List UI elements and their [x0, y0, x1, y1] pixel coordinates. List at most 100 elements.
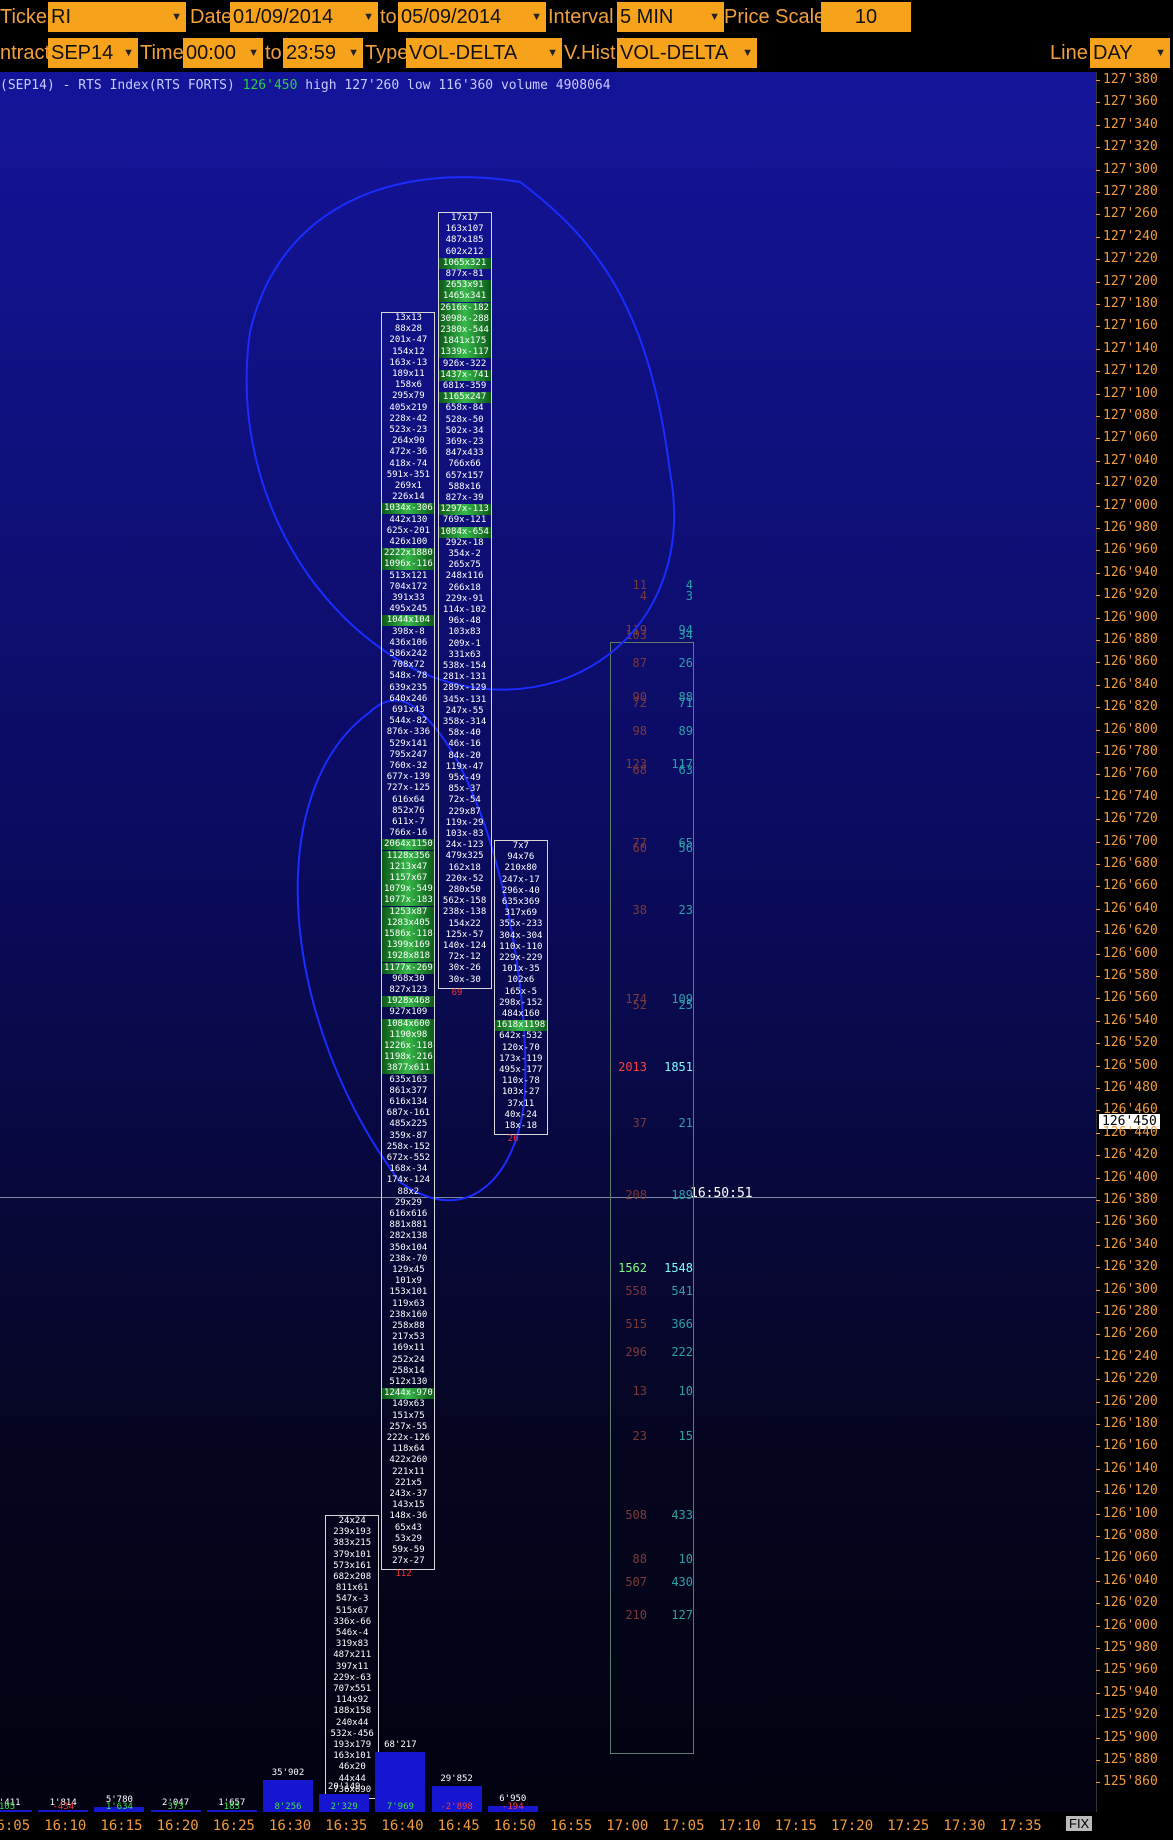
- price-tick-label: 126'900: [1096, 609, 1158, 625]
- price-tick-label: 126'420: [1096, 1147, 1158, 1163]
- price-tick-label: 126'920: [1096, 587, 1158, 603]
- footprint-cell: 708x72: [392, 660, 425, 671]
- footprint-cell: 681x-359: [442, 381, 487, 391]
- footprint-cell: 1128x356: [382, 850, 435, 862]
- price-tick-label: 126'560: [1096, 990, 1158, 1006]
- candle-close-label: 69: [451, 987, 463, 998]
- footprint-cell: 88x2: [397, 1186, 420, 1197]
- footprint-candle-1645[interactable]: 17x17 163x107 487x185 602x212 1065x321 877x-8…: [437, 212, 492, 989]
- time-tick-label: 16:55: [550, 1818, 593, 1834]
- time-to-value: 23:59: [286, 42, 337, 64]
- footprint-cell: 426x100: [389, 537, 428, 547]
- footprint-cell: 37x11: [507, 1098, 535, 1109]
- candle-close-label: 112: [395, 1569, 412, 1580]
- footprint-candle-1640[interactable]: 13x13 88x28 201x-47 154x12 163x-13 189x11 158x…: [381, 312, 436, 1571]
- profile-delta-volume: 430: [671, 1574, 693, 1589]
- footprint-cell: 238x160: [389, 1309, 428, 1320]
- footprint-cell: 707x551: [333, 1684, 372, 1694]
- price-tick-label: 126'800: [1096, 721, 1158, 737]
- footprint-cell: 163x101: [333, 1751, 372, 1762]
- footprint-cell: 479x325: [445, 851, 484, 862]
- volume-delta-label: 373: [167, 1802, 184, 1812]
- footprint-cell: 269x1: [394, 481, 422, 491]
- time-tick-label: 16:05: [0, 1818, 31, 1834]
- price-tick-label: 126'060: [1096, 1550, 1158, 1566]
- type-select[interactable]: VOL-DELTA ▼: [406, 38, 562, 68]
- footprint-candle-1650[interactable]: 7x7 94x76 210x80 247x-17 296x-40 635x369 317x6…: [493, 840, 548, 1136]
- footprint-cell: 546x-4: [335, 1628, 369, 1638]
- date-from-value: 01/09/2014: [233, 6, 334, 28]
- footprint-cell: 1065x321: [438, 257, 491, 269]
- contract-select[interactable]: SEP14 ▼: [48, 38, 138, 68]
- price-axis[interactable]: 126'450 127'380 127'360 127'340 127'320 127'…: [1096, 72, 1173, 1812]
- time-to-select[interactable]: 23:59 ▼: [283, 38, 363, 68]
- footprint-cell: 154x22: [448, 918, 481, 929]
- footprint-cell: 926x-322: [442, 358, 487, 369]
- footprint-chart[interactable]: (SEP14) - RTS Index(RTS FORTS) 126'450 h…: [0, 72, 1096, 1812]
- footprint-cell: 766x-16: [389, 828, 428, 839]
- price-tick-label: 126'320: [1096, 1259, 1158, 1275]
- price-tick-label: 127'060: [1096, 430, 1158, 446]
- profile-total-volume: 60: [632, 841, 647, 856]
- footprint-cell: 266x18: [448, 582, 481, 593]
- toolbar-row-2: ntract SEP14 ▼ Time 00:00 ▼ to 23:59 ▼ Type…: [0, 36, 1173, 70]
- footprint-cell: 125x-57: [445, 929, 484, 940]
- footprint-cell: 148x-36: [389, 1511, 428, 1522]
- price-scale-label: Price Scale: [724, 6, 826, 28]
- footprint-cell: 1165x247: [438, 392, 491, 404]
- price-tick-label: 126'380: [1096, 1192, 1158, 1207]
- footprint-cell: 151x75: [392, 1410, 425, 1421]
- time-axis[interactable]: FIX 16:05 16:10 16:15 16:20 16:25 16:30 16:35 1…: [0, 1812, 1173, 1840]
- interval-select[interactable]: 5 MIN ▼: [617, 2, 724, 32]
- price-tick-label: 126'760: [1096, 766, 1158, 782]
- footprint-cell: 2222x1880: [382, 548, 435, 560]
- profile-delta-volume: 222: [671, 1345, 693, 1360]
- line-label: Line: [1050, 42, 1088, 64]
- price-tick-label: 126'460: [1096, 1102, 1158, 1118]
- time-from-select[interactable]: 00:00 ▼: [183, 38, 263, 68]
- profile-total-volume: 507: [625, 1574, 647, 1589]
- footprint-candle-1635[interactable]: 24x24 239x193 383x215 379x101 573x161 682x208…: [325, 1515, 380, 1799]
- price-tick-label: 126'820: [1096, 699, 1158, 715]
- footprint-cell: 193x179: [333, 1740, 372, 1750]
- footprint-cell: 168x-34: [389, 1164, 428, 1175]
- footprint-cell: 548x-78: [389, 671, 428, 682]
- chevron-down-icon: ▼: [531, 11, 542, 23]
- footprint-cell: 221x5: [394, 1477, 422, 1488]
- footprint-cell: 881x881: [389, 1220, 428, 1231]
- footprint-cell: 687x-161: [386, 1108, 431, 1119]
- low-label: low: [407, 78, 431, 93]
- price-scale-input[interactable]: 10: [821, 2, 911, 32]
- footprint-cell: 96x-48: [448, 616, 481, 627]
- footprint-cell: 226x14: [392, 492, 425, 503]
- hand-drawn-annotation: [245, 176, 676, 1202]
- price-tick-label: 126'140: [1096, 1460, 1158, 1476]
- fix-button[interactable]: FIX: [1066, 1816, 1093, 1831]
- price-tick-label: 126'440: [1096, 1124, 1158, 1140]
- time-tick-label: 17:10: [718, 1818, 761, 1834]
- footprint-cell: 158x6: [394, 380, 422, 391]
- interval-value: 5 MIN: [620, 6, 674, 28]
- footprint-cell: 2380x-544: [438, 325, 491, 336]
- footprint-cell: 103x-83: [445, 829, 484, 839]
- footprint-cell: 852x76: [392, 805, 425, 816]
- volume-delta-label: 105: [0, 1802, 16, 1812]
- date-from-select[interactable]: 01/09/2014 ▼: [230, 2, 378, 32]
- footprint-cell: 229x-229: [499, 953, 543, 963]
- price-tick-label: 126'660: [1096, 878, 1158, 894]
- price-tick-label: 127'340: [1096, 116, 1158, 132]
- chevron-down-icon: ▼: [709, 11, 720, 23]
- ticker-select[interactable]: RI ▼: [48, 2, 186, 32]
- time-tick-label: 16:30: [269, 1818, 312, 1834]
- vhist-select[interactable]: VOL-DELTA ▼: [617, 38, 757, 68]
- date-to-select[interactable]: 05/09/2014 ▼: [398, 2, 546, 32]
- footprint-cell: 110x-78: [501, 1076, 540, 1087]
- profile-delta-volume: 1548: [664, 1261, 693, 1276]
- profile-delta-volume: 10: [678, 1552, 693, 1567]
- line-select[interactable]: DAY ▼: [1090, 38, 1170, 68]
- profile-delta-volume: 3: [685, 589, 693, 604]
- price-tick-label: 126'160: [1096, 1438, 1158, 1454]
- footprint-cell: 174x-124: [386, 1175, 431, 1186]
- profile-delta-volume: 10: [678, 1384, 693, 1399]
- price-tick-label: 126'480: [1096, 1080, 1158, 1095]
